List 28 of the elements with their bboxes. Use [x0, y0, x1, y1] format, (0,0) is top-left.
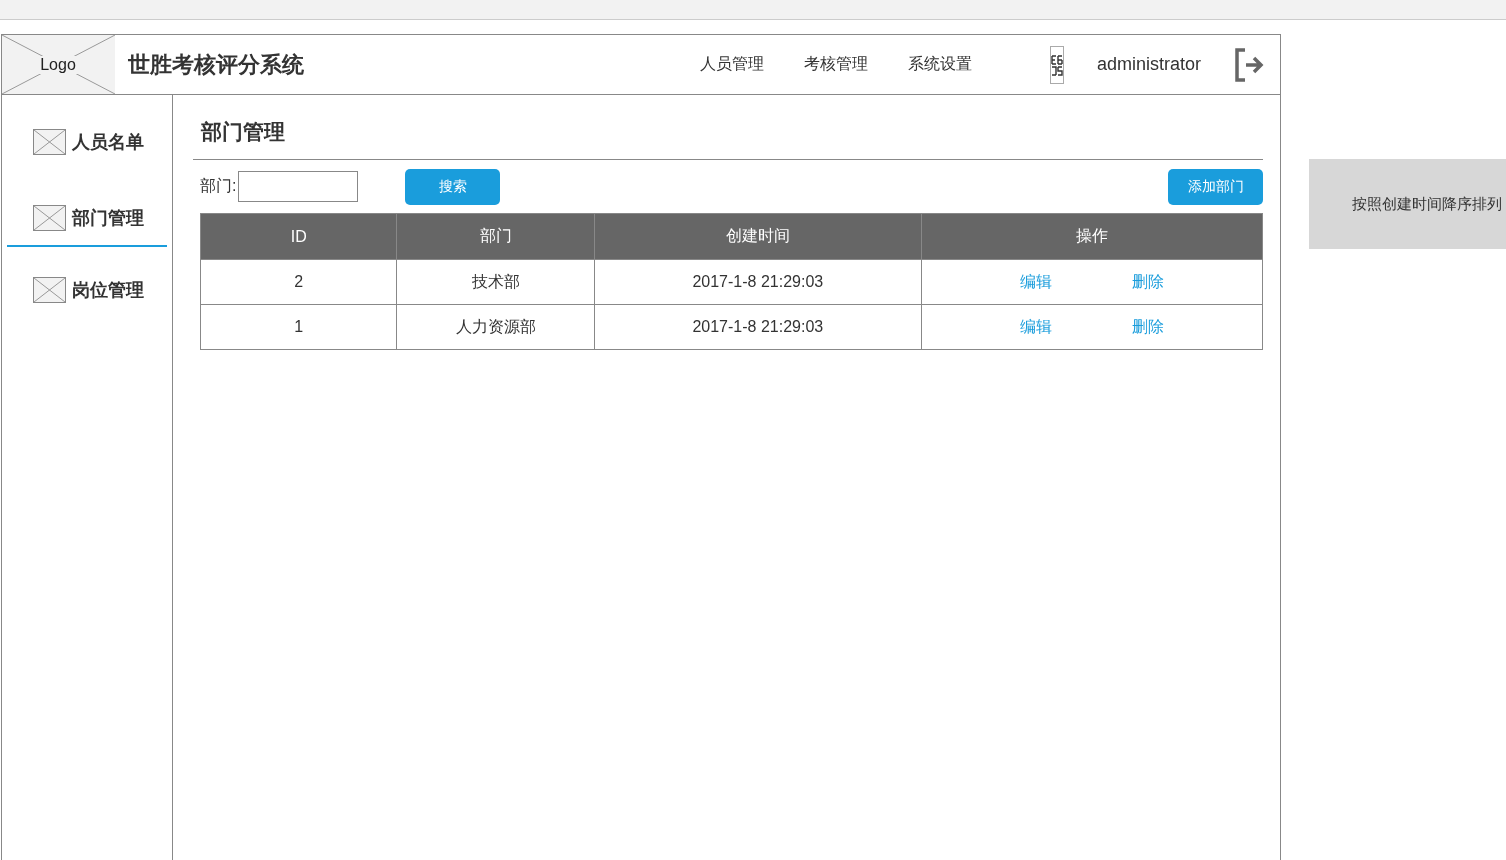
table-cell: 技术部 [396, 259, 595, 305]
sidebar-item[interactable]: 人员名单 [7, 119, 167, 167]
image-placeholder-icon [33, 205, 66, 231]
filter-label: 部门: [200, 176, 237, 196]
page-title: 部门管理 [201, 119, 286, 145]
table-cell: 2 [200, 259, 397, 305]
column-header: 操作 [921, 213, 1263, 260]
image-placeholder-icon [33, 277, 66, 303]
annotation-note: 按照创建时间降序排列 [1309, 159, 1506, 249]
logout-icon[interactable] [1234, 47, 1264, 82]
table-cell: 2017-1-8 21:29:03 [594, 304, 922, 350]
column-header: 创建时间 [594, 213, 922, 260]
nav-link[interactable]: 人员管理 [699, 54, 764, 75]
nav-link[interactable]: 考核管理 [803, 54, 868, 75]
image-placeholder-icon [33, 129, 66, 155]
sidebar-item[interactable]: 部门管理 [7, 191, 167, 247]
logo-placeholder-icon [2, 35, 115, 94]
column-header: ID [200, 213, 397, 260]
table-cell: 1 [200, 304, 397, 350]
app-title: 世胜考核评分系统 [128, 50, 304, 79]
broken-image-icon [1049, 45, 1064, 84]
nav-link[interactable]: 系统设置 [907, 54, 972, 75]
sidebar-item[interactable]: 岗位管理 [7, 267, 167, 315]
table-cell: 2017-1-8 21:29:03 [594, 259, 922, 305]
user-name: administrator [1096, 54, 1201, 75]
column-header: 部门 [396, 213, 595, 260]
table-cell: 人力资源部 [396, 304, 595, 350]
department-field[interactable] [238, 171, 359, 202]
